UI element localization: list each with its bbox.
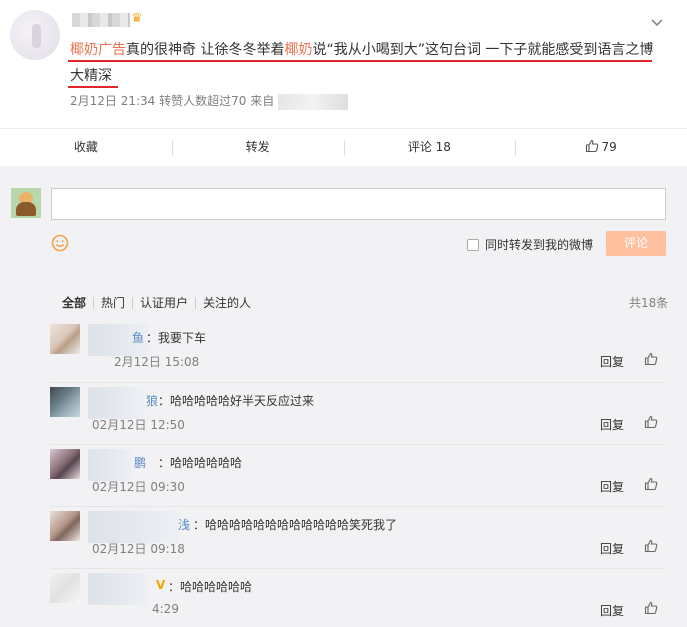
comment-time: 02月12日 12:50 bbox=[92, 418, 185, 432]
filter-hot[interactable]: 热门 bbox=[101, 296, 125, 310]
post-text-segment-1: 真的很神奇 让徐冬冬举着 bbox=[126, 42, 285, 58]
red-underline-annotation bbox=[68, 86, 118, 88]
commenter-avatar[interactable] bbox=[50, 324, 80, 354]
comment-text: ：哈哈哈哈哈哈 bbox=[158, 456, 243, 470]
thumbs-up-icon[interactable] bbox=[644, 539, 658, 553]
commenter-avatar[interactable] bbox=[50, 573, 80, 603]
commenter-avatar[interactable] bbox=[50, 387, 80, 417]
comment-button[interactable]: 评论 18 bbox=[343, 129, 516, 166]
post-meta-text: 2月12日 21:34 转赞人数超过70 来自 bbox=[70, 94, 275, 108]
post-text-segment-0[interactable]: 椰奶广告 bbox=[70, 42, 126, 58]
comment-total: 共18条 bbox=[629, 296, 669, 310]
commenter-avatar[interactable] bbox=[50, 449, 80, 479]
comment-text: ：我要下车 bbox=[146, 331, 207, 345]
comment-input[interactable] bbox=[51, 188, 666, 220]
commenter-name-blurred[interactable] bbox=[88, 511, 178, 543]
author-avatar[interactable] bbox=[10, 10, 60, 60]
favorite-label: 收藏 bbox=[73, 140, 98, 154]
reply-button[interactable]: 回复 bbox=[600, 540, 624, 557]
sync-label: 同时转发到我的微博 bbox=[485, 238, 594, 252]
commenter-name-blurred[interactable] bbox=[88, 387, 144, 419]
comment-row: 浅 ：哈哈哈哈哈哈哈哈哈哈哈哈笑死我了 02月12日 09:18 回复 bbox=[50, 506, 666, 568]
commenter-nick[interactable]: 鹏 bbox=[134, 454, 146, 471]
repost-label: 转发 bbox=[245, 140, 270, 154]
post-text: 椰奶广告真的很神奇 让徐冬冬举着椰奶说“我从小喝到大”这句台词 一下子就能感受到… bbox=[70, 37, 660, 89]
like-count: 79 bbox=[601, 140, 617, 154]
comment-text: ：哈哈哈哈哈哈哈哈哈哈哈哈笑死我了 bbox=[193, 518, 398, 532]
filter-following[interactable]: 关注的人 bbox=[203, 296, 251, 310]
source-blurred[interactable] bbox=[278, 93, 349, 110]
comment-row: 狼 ：哈哈哈哈哈好半天反应过来 02月12日 12:50 回复 bbox=[50, 382, 666, 444]
post-text-segment-2[interactable]: 椰奶 bbox=[284, 42, 312, 58]
action-bar: 收藏 转发 评论 18 79 bbox=[0, 128, 687, 166]
thumbs-up-icon[interactable] bbox=[644, 415, 658, 429]
reply-button[interactable]: 回复 bbox=[600, 353, 624, 370]
reply-button[interactable]: 回复 bbox=[600, 416, 624, 433]
comment-time: 02月12日 09:18 bbox=[92, 542, 185, 556]
like-button[interactable]: 79 bbox=[515, 129, 687, 166]
filter-verified[interactable]: 认证用户 bbox=[140, 296, 188, 310]
emoji-icon[interactable] bbox=[51, 234, 69, 252]
my-avatar[interactable] bbox=[11, 188, 41, 218]
thumbs-up-icon[interactable] bbox=[644, 477, 658, 491]
commenter-nick[interactable]: 鱼 bbox=[132, 329, 144, 346]
commenter-avatar[interactable] bbox=[50, 511, 80, 541]
divider bbox=[93, 297, 95, 309]
comment-area: 同时转发到我的微博 评论 全部 热门 认证用户 关注的人 共18条 鱼 ：我要下车 2… bbox=[0, 166, 687, 627]
favorite-button[interactable]: 收藏 bbox=[0, 129, 172, 166]
comment-filters: 全部 热门 认证用户 关注的人 bbox=[62, 294, 251, 311]
vip-crown-icon: ♛ bbox=[131, 11, 143, 26]
comment-text: ：哈哈哈哈哈好半天反应过来 bbox=[158, 394, 315, 408]
comment-row: V ：哈哈哈哈哈哈 4:29 回复 bbox=[50, 568, 666, 627]
comment-time: 4:29 bbox=[152, 602, 179, 616]
thumbs-up-icon bbox=[585, 131, 599, 167]
red-underline-annotation bbox=[68, 60, 652, 62]
comment-row: 鹏 ：哈哈哈哈哈哈 02月12日 09:30 回复 bbox=[50, 444, 666, 506]
commenter-name-blurred[interactable] bbox=[88, 573, 148, 605]
sync-repost-option[interactable]: 同时转发到我的微博 bbox=[467, 236, 593, 253]
reply-button[interactable]: 回复 bbox=[600, 478, 624, 495]
divider bbox=[195, 297, 197, 309]
comment-time: 02月12日 09:30 bbox=[92, 480, 185, 494]
post-meta: 2月12日 21:34 转赞人数超过70 来自 bbox=[70, 92, 349, 110]
commenter-nick[interactable]: V bbox=[156, 578, 165, 592]
submit-comment-button[interactable]: 评论 bbox=[606, 231, 666, 256]
sync-checkbox[interactable] bbox=[467, 238, 479, 251]
commenter-name-blurred[interactable] bbox=[88, 449, 132, 481]
comment-label: 评论 18 bbox=[407, 140, 451, 154]
reply-button[interactable]: 回复 bbox=[600, 602, 624, 619]
author-name-blurred[interactable] bbox=[72, 13, 130, 27]
filter-all[interactable]: 全部 bbox=[62, 296, 86, 310]
divider bbox=[132, 297, 134, 309]
commenter-nick[interactable]: 狼 bbox=[146, 392, 158, 409]
comment-row: 鱼 ：我要下车 2月12日 15:08 回复 bbox=[50, 320, 666, 382]
comment-time: 2月12日 15:08 bbox=[114, 355, 200, 369]
thumbs-up-icon[interactable] bbox=[644, 352, 658, 366]
thumbs-up-icon[interactable] bbox=[644, 601, 658, 615]
chevron-down-icon[interactable] bbox=[650, 16, 664, 30]
commenter-nick[interactable]: 浅 bbox=[178, 516, 190, 533]
comment-text: ：哈哈哈哈哈哈 bbox=[168, 580, 253, 594]
repost-button[interactable]: 转发 bbox=[171, 129, 344, 166]
